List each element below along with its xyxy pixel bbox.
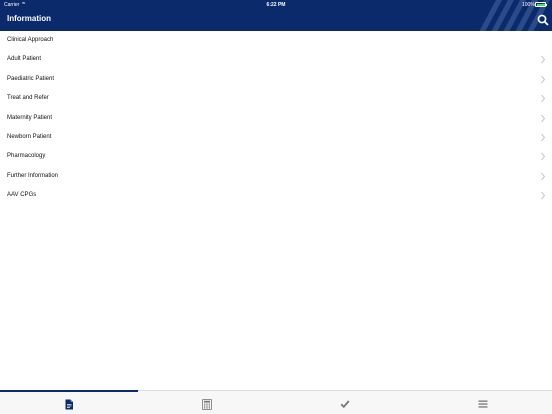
battery-icon	[535, 2, 546, 7]
chevron-right-icon	[541, 191, 546, 200]
list-item-label: Clinical Approach	[7, 37, 54, 43]
list-item-maternity-patient[interactable]: Maternity Patient	[0, 109, 552, 128]
list-item-label: AAV CPGs	[7, 192, 37, 199]
list-item-adult-patient[interactable]: Adult Patient	[0, 50, 552, 69]
page-title: Information	[7, 14, 51, 23]
menu-icon	[478, 400, 488, 408]
list-item-label: Adult Patient	[7, 56, 42, 63]
list-item-treat-and-refer[interactable]: Treat and Refer	[0, 89, 552, 108]
chevron-right-icon	[541, 114, 546, 122]
list-item-label: Paediatric Patient	[7, 75, 55, 82]
chevron-right-icon	[541, 153, 546, 161]
list-item-clinical-approach[interactable]: Clinical Approach	[0, 31, 552, 50]
calculator-icon	[202, 399, 212, 410]
information-list: Clinical Approach Adult Patient Paediatr…	[0, 31, 552, 206]
list-item-label: Treat and Refer	[7, 95, 49, 102]
list-item-paediatric-patient[interactable]: Paediatric Patient	[0, 70, 552, 89]
tab-menu[interactable]	[414, 392, 552, 414]
list-item-further-information[interactable]: Further Information	[0, 167, 552, 186]
battery-tip	[546, 3, 547, 6]
list-item-label: Further Information	[7, 172, 59, 179]
nav-bar: Carrier ≈ 6:22 PM 100% Information	[0, 0, 552, 31]
status-bar: Carrier ≈ 6:22 PM 100%	[0, 0, 552, 10]
tab-information[interactable]	[0, 392, 138, 414]
list-item-label: Newborn Patient	[7, 133, 52, 140]
chevron-right-icon	[541, 172, 546, 181]
document-icon	[65, 399, 73, 410]
list-item-label: Pharmacology	[7, 153, 46, 160]
chevron-right-icon	[541, 56, 546, 64]
list-item-aav-cpgs[interactable]: AAV CPGs	[0, 186, 552, 205]
chevron-right-icon	[541, 94, 546, 103]
battery-percentage: 100%	[522, 2, 535, 8]
list-item-pharmacology[interactable]: Pharmacology	[0, 147, 552, 166]
search-button[interactable]	[536, 13, 550, 27]
status-time: 6:22 PM	[266, 2, 286, 8]
chevron-right-icon	[541, 75, 546, 84]
search-icon	[537, 14, 549, 26]
list-item-newborn-patient[interactable]: Newborn Patient	[0, 128, 552, 147]
tab-calculator[interactable]	[138, 392, 276, 414]
checkmark-icon	[340, 400, 350, 409]
tab-bar	[0, 390, 552, 414]
tab-checklist[interactable]	[276, 392, 414, 414]
chevron-right-icon	[541, 133, 546, 142]
list-item-label: Maternity Patient	[7, 114, 53, 121]
